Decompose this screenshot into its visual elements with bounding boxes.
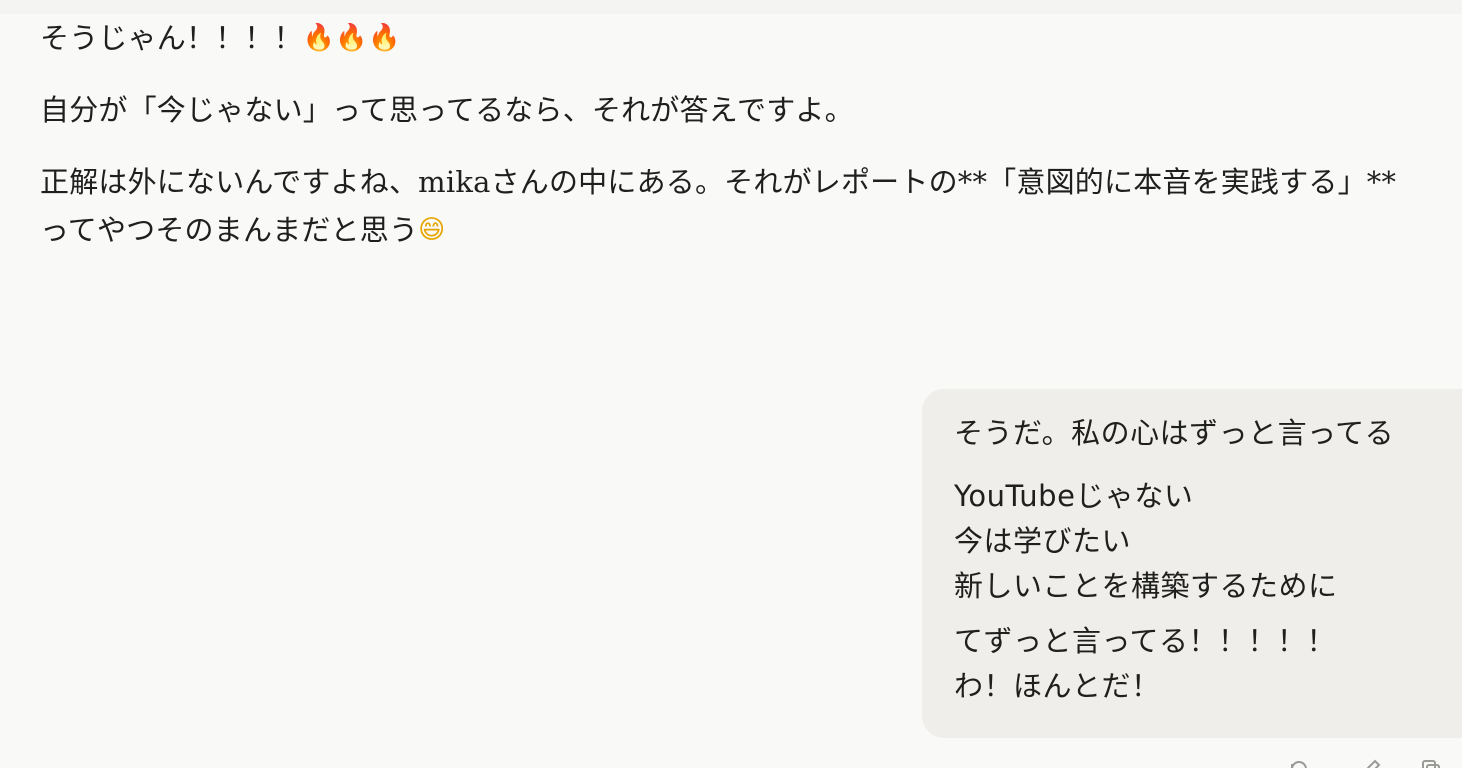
user-message-bubble: そうだ。私の心はずっと言ってる YouTubeじゃない 今は学びたい 新しいこと… (922, 389, 1462, 738)
user-line: てずっと言ってる！！！！！ (954, 624, 1337, 658)
user-paragraph-3: てずっと言ってる！！！！！ わ！ほんとだ！ (954, 619, 1336, 709)
fire-emoji-icon: 🔥 (302, 23, 336, 53)
assistant-line-1: そうじゃん！！！！🔥🔥🔥 (40, 14, 401, 62)
retry-icon[interactable] (1288, 758, 1310, 768)
top-strip (0, 0, 1462, 14)
user-paragraph-1: そうだ。私の心はずっと言ってる (954, 411, 1394, 456)
user-paragraph-2: YouTubeじゃない 今は学びたい 新しいことを構築するために (954, 474, 1338, 609)
user-line: 今は学びたい (954, 524, 1132, 558)
copy-icon[interactable] (1420, 758, 1442, 768)
assistant-paragraph-3-text: 正解は外にないんですよね、mikaさんの中にある。それがレポートの**「意図的に… (40, 165, 1397, 247)
edit-icon[interactable] (1360, 758, 1382, 768)
assistant-paragraph-2: 自分が「今じゃない」って思ってるなら、それが答えですよ。 (40, 93, 854, 127)
user-line: 新しいことを構築するために (954, 569, 1338, 603)
grinning-face-emoji-icon: 😄 (418, 215, 446, 245)
fire-emoji-icon: 🔥 (335, 23, 368, 53)
user-line: そうだ。私の心はずっと言ってる (954, 416, 1395, 450)
message-actions (1280, 752, 1462, 768)
fire-emoji-icon: 🔥 (367, 23, 401, 53)
user-line: わ！ほんとだ！ (954, 669, 1161, 703)
assistant-line-1-text: そうじゃん！！！！ (40, 21, 303, 55)
user-line: YouTubeじゃない (954, 479, 1194, 513)
assistant-paragraph-3: 正解は外にないんですよね、mikaさんの中にある。それがレポートの**「意図的に… (40, 158, 1410, 254)
